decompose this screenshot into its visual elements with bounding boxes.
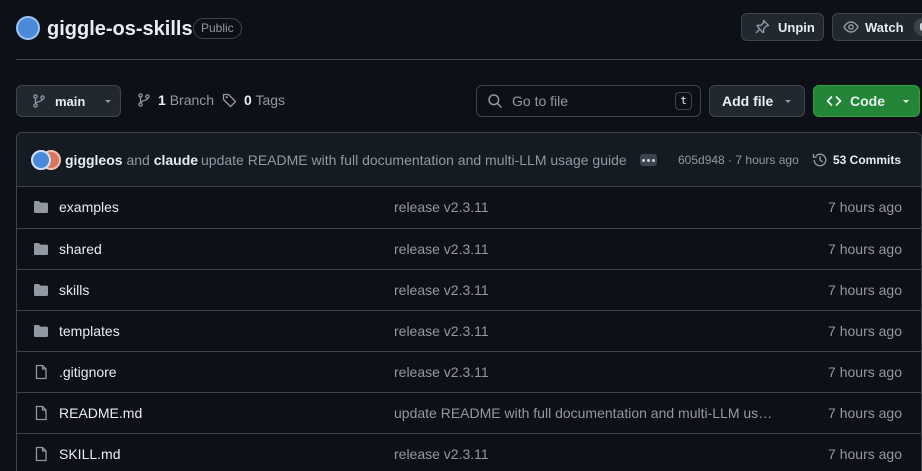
folder-icon [33,241,49,257]
file-name-link[interactable]: templates [59,323,120,339]
watch-label: Watch [865,19,904,35]
file-table: giggleos and claude update README with f… [16,132,922,471]
commit-time: 7 hours ago [735,153,799,167]
repo-owner-avatar[interactable] [16,16,40,40]
git-branch-icon [136,92,152,108]
commits-history-link[interactable]: 53 Commits [812,152,901,168]
file-name-link[interactable]: .gitignore [59,364,117,380]
header-divider [16,59,922,60]
commit-hash[interactable]: 605d948 [678,153,725,167]
add-file-button[interactable]: Add file [709,85,805,117]
ellipsis-dot [647,158,650,162]
file-list: examples release v2.3.11 7 hours ago shared… [17,187,921,471]
file-commit-date: 7 hours ago [828,323,902,339]
branch-count-label: Branch [169,92,215,108]
table-row[interactable]: shared release v2.3.11 7 hours ago [17,228,921,269]
table-row[interactable]: .gitignore release v2.3.11 7 hours ago [17,351,921,392]
file-commit-message-link[interactable]: release v2.3.11 [394,199,489,215]
table-row[interactable]: SKILL.md release v2.3.11 7 hours ago [17,433,921,471]
branches-link[interactable]: 1 Branch [136,92,214,108]
pin-icon [754,19,770,35]
file-name-link[interactable]: skills [59,282,89,298]
repo-name[interactable]: giggle-os-skills [47,16,193,42]
code-button[interactable]: Code [813,85,920,117]
branch-name: main [55,93,86,109]
file-commit-date: 7 hours ago [828,446,902,462]
file-name-link[interactable]: shared [59,241,102,257]
commit-message-link[interactable]: update README with full documentation an… [201,152,627,168]
shortcut-key: t [675,92,692,110]
history-icon [812,152,828,168]
file-commit-date: 7 hours ago [828,241,902,257]
tag-icon [222,92,238,108]
commit-authors: giggleos and claude [65,152,198,168]
triangle-down-icon [103,96,113,106]
ellipsis-dot [652,158,655,162]
table-row[interactable]: examples release v2.3.11 7 hours ago [17,187,921,228]
folder-icon [33,199,49,215]
file-icon [33,405,49,421]
file-commit-message-link[interactable]: release v2.3.11 [394,446,489,462]
table-row[interactable]: skills release v2.3.11 7 hours ago [17,269,921,310]
go-to-file-input[interactable]: Go to file t [476,85,701,117]
commits-count: 53 Commits [833,153,902,167]
unpin-label: Unpin [778,19,815,35]
file-commit-message-link[interactable]: update README with full documentation an… [394,405,779,421]
file-commit-date: 7 hours ago [828,405,902,421]
triangle-down-icon [783,96,793,106]
avatar[interactable] [31,150,51,170]
table-row[interactable]: README.md update README with full documen… [17,392,921,433]
file-commit-message-link[interactable]: release v2.3.11 [394,323,489,339]
file-name-link[interactable]: README.md [59,405,142,421]
code-label: Code [850,93,885,109]
watch-count: 0 [913,18,922,36]
file-commit-message-link[interactable]: release v2.3.11 [394,241,489,257]
commit-hash-time[interactable]: 605d948 · 7 hours ago [678,153,799,167]
code-icon [826,93,842,109]
file-name-link[interactable]: examples [59,199,119,215]
file-name-link[interactable]: SKILL.md [59,446,120,462]
commit-author-link[interactable]: giggleos [65,152,123,168]
unpin-button[interactable]: Unpin [741,13,824,41]
file-icon [33,364,49,380]
tags-link[interactable]: 0 Tags [222,92,285,108]
triangle-down-icon [901,96,911,106]
latest-commit-bar: giggleos and claude update README with f… [17,133,921,187]
commit-and-text: and [126,152,150,168]
expand-commit-button[interactable] [640,154,657,166]
visibility-badge: Public [193,18,242,39]
branch-count: 1 [158,92,166,108]
git-branch-icon [31,93,47,109]
commit-coauthor-link[interactable]: claude [154,152,198,168]
folder-icon [33,323,49,339]
file-commit-message-link[interactable]: release v2.3.11 [394,364,489,380]
ellipsis-dot [642,158,645,162]
search-icon [487,93,503,109]
go-to-file-placeholder: Go to file [512,93,569,109]
branch-selector-button[interactable]: main [16,85,121,117]
table-row[interactable]: templates release v2.3.11 7 hours ago [17,310,921,351]
file-commit-message-link[interactable]: release v2.3.11 [394,282,489,298]
eye-icon [843,19,859,35]
file-commit-date: 7 hours ago [828,364,902,380]
tag-count-label: Tags [255,92,286,108]
add-file-label: Add file [722,93,774,109]
file-commit-date: 7 hours ago [828,199,902,215]
file-commit-date: 7 hours ago [828,282,902,298]
file-icon [33,446,49,462]
folder-icon [33,282,49,298]
tag-count: 0 [244,92,252,108]
watch-button[interactable]: Watch 0 [832,13,922,41]
